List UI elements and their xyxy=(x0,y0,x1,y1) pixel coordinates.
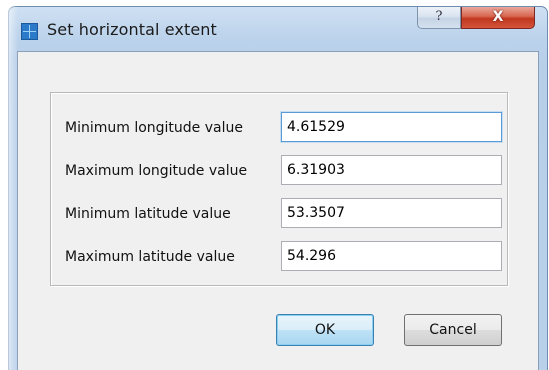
app-icon xyxy=(21,23,38,40)
ok-button[interactable]: OK xyxy=(276,314,374,346)
min-longitude-input[interactable] xyxy=(281,112,502,142)
edge-fade xyxy=(0,0,18,370)
title-bar[interactable]: Set horizontal extent ? X xyxy=(9,7,547,51)
max-longitude-input[interactable] xyxy=(281,155,502,185)
min-latitude-label: Minimum latitude value xyxy=(65,206,231,222)
extent-group: Minimum longitude value Maximum longitud… xyxy=(50,92,508,286)
max-longitude-label: Maximum longitude value xyxy=(65,163,248,179)
close-icon[interactable]: X xyxy=(461,7,535,29)
max-latitude-input[interactable] xyxy=(281,241,502,271)
help-icon[interactable]: ? xyxy=(417,7,461,29)
min-latitude-input[interactable] xyxy=(281,198,502,228)
cancel-button[interactable]: Cancel xyxy=(404,314,502,346)
dialog-window: Set horizontal extent ? X Minimum longit… xyxy=(8,6,548,370)
screen: Set horizontal extent ? X Minimum longit… xyxy=(0,0,549,370)
window-title: Set horizontal extent xyxy=(47,20,217,39)
dialog-body: Minimum longitude value Maximum longitud… xyxy=(17,51,539,370)
max-latitude-label: Maximum latitude value xyxy=(65,249,235,265)
min-longitude-label: Minimum longitude value xyxy=(65,120,243,136)
